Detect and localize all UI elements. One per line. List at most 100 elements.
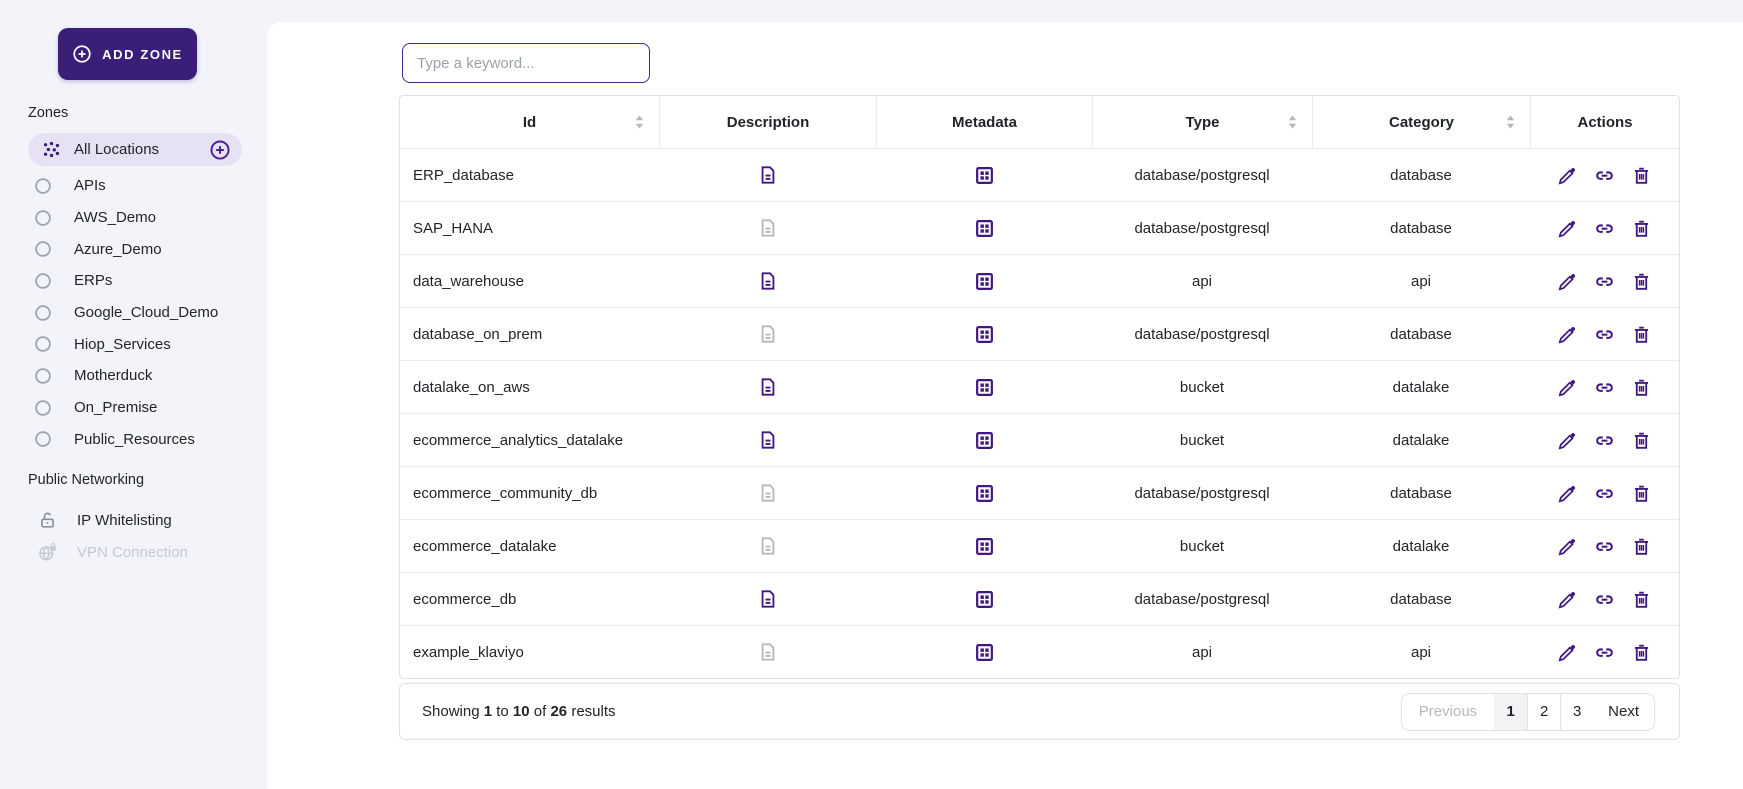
- description-cell: [659, 308, 876, 360]
- grid-icon[interactable]: [974, 642, 995, 663]
- next-page-button[interactable]: Next: [1593, 693, 1654, 730]
- link-icon: [1594, 536, 1615, 557]
- search-input[interactable]: [402, 43, 650, 83]
- row-id-text: data_warehouse: [413, 272, 524, 290]
- document-icon[interactable]: [758, 641, 778, 663]
- radio-circle-icon: [34, 177, 52, 195]
- document-icon[interactable]: [758, 164, 778, 186]
- description-cell: [659, 626, 876, 678]
- id-cell: ecommerce_community_db: [400, 467, 659, 519]
- delete-button[interactable]: [1631, 642, 1652, 663]
- document-icon[interactable]: [758, 217, 778, 239]
- delete-button[interactable]: [1631, 165, 1652, 186]
- column-header-category[interactable]: Category: [1312, 96, 1530, 148]
- document-icon[interactable]: [758, 429, 778, 451]
- delete-button[interactable]: [1631, 218, 1652, 239]
- metadata-cell: [876, 626, 1092, 678]
- edit-button[interactable]: [1557, 324, 1578, 345]
- sidebar-item-hiop_services[interactable]: Hiop_Services: [0, 328, 267, 360]
- zone-list: APIs AWS_Demo Azure_Demo ERPs Google_Cloud_D…: [0, 170, 267, 455]
- document-icon[interactable]: [758, 376, 778, 398]
- edit-button[interactable]: [1557, 536, 1578, 557]
- link-button[interactable]: [1594, 483, 1615, 504]
- edit-button[interactable]: [1557, 377, 1578, 398]
- link-button[interactable]: [1594, 589, 1615, 610]
- sidebar-item-ip-whitelisting[interactable]: IP Whitelisting: [0, 504, 267, 536]
- sidebar-item-aws_demo[interactable]: AWS_Demo: [0, 202, 267, 234]
- actions-cell: [1530, 414, 1679, 466]
- edit-button[interactable]: [1557, 271, 1578, 292]
- grid-icon[interactable]: [974, 271, 995, 292]
- grid-icon[interactable]: [974, 218, 995, 239]
- edit-button[interactable]: [1557, 483, 1578, 504]
- edit-button[interactable]: [1557, 165, 1578, 186]
- grid-icon[interactable]: [974, 324, 995, 345]
- link-button[interactable]: [1594, 271, 1615, 292]
- page-button-2[interactable]: 2: [1527, 693, 1561, 730]
- link-button[interactable]: [1594, 165, 1615, 186]
- link-button[interactable]: [1594, 377, 1615, 398]
- edit-button[interactable]: [1557, 218, 1578, 239]
- sidebar-item-erps[interactable]: ERPs: [0, 265, 267, 297]
- delete-button[interactable]: [1631, 536, 1652, 557]
- pencil-icon: [1557, 536, 1578, 557]
- radio-circle-icon: [34, 209, 52, 227]
- document-icon[interactable]: [758, 323, 778, 345]
- grid-icon[interactable]: [974, 165, 995, 186]
- table-header-row: Id Description Metadata Type Category Actions: [400, 96, 1679, 148]
- row-id-text: ecommerce_analytics_datalake: [413, 431, 624, 449]
- table-row: example_klaviyo api api: [400, 625, 1679, 678]
- link-button[interactable]: [1594, 430, 1615, 451]
- add-zone-button[interactable]: ADD ZONE: [58, 28, 197, 80]
- trash-icon: [1631, 377, 1652, 398]
- sidebar-item-google_cloud_demo[interactable]: Google_Cloud_Demo: [0, 297, 267, 329]
- sidebar-item-apis[interactable]: APIs: [0, 170, 267, 202]
- pencil-icon: [1557, 218, 1578, 239]
- edit-button[interactable]: [1557, 430, 1578, 451]
- trash-icon: [1631, 642, 1652, 663]
- grid-icon[interactable]: [974, 589, 995, 610]
- grid-icon[interactable]: [974, 483, 995, 504]
- document-icon[interactable]: [758, 270, 778, 292]
- delete-button[interactable]: [1631, 483, 1652, 504]
- category-cell: database: [1312, 149, 1530, 201]
- delete-button[interactable]: [1631, 377, 1652, 398]
- link-icon: [1594, 430, 1615, 451]
- category-cell: datalake: [1312, 520, 1530, 572]
- link-button[interactable]: [1594, 536, 1615, 557]
- column-header-type[interactable]: Type: [1092, 96, 1312, 148]
- delete-button[interactable]: [1631, 271, 1652, 292]
- document-icon[interactable]: [758, 535, 778, 557]
- link-button[interactable]: [1594, 218, 1615, 239]
- sidebar-item-public_resources[interactable]: Public_Resources: [0, 424, 267, 456]
- sidebar-item-azure_demo[interactable]: Azure_Demo: [0, 233, 267, 265]
- link-button[interactable]: [1594, 642, 1615, 663]
- grid-icon[interactable]: [974, 536, 995, 557]
- page-button-3[interactable]: 3: [1560, 693, 1594, 730]
- add-location-icon[interactable]: [209, 139, 231, 161]
- delete-button[interactable]: [1631, 324, 1652, 345]
- link-button[interactable]: [1594, 324, 1615, 345]
- page-button-1[interactable]: 1: [1494, 693, 1528, 730]
- document-icon[interactable]: [758, 588, 778, 610]
- grid-icon[interactable]: [974, 430, 995, 451]
- pencil-icon: [1557, 589, 1578, 610]
- grid-icon[interactable]: [974, 377, 995, 398]
- sidebar-item-motherduck[interactable]: Motherduck: [0, 360, 267, 392]
- link-icon: [1594, 483, 1615, 504]
- table-row: data_warehouse api api: [400, 254, 1679, 307]
- pagination: Previous 123 Next: [1400, 692, 1655, 731]
- sidebar-item-on_premise[interactable]: On_Premise: [0, 392, 267, 424]
- actions-cell: [1530, 308, 1679, 360]
- column-header-label: Category: [1388, 113, 1455, 131]
- delete-button[interactable]: [1631, 430, 1652, 451]
- column-header-id[interactable]: Id: [400, 96, 659, 148]
- sort-icon: [1287, 115, 1298, 130]
- edit-button[interactable]: [1557, 642, 1578, 663]
- sidebar-item-all-locations[interactable]: All Locations: [28, 133, 242, 166]
- type-cell: bucket: [1092, 520, 1312, 572]
- previous-page-button[interactable]: Previous: [1401, 693, 1495, 730]
- document-icon[interactable]: [758, 482, 778, 504]
- delete-button[interactable]: [1631, 589, 1652, 610]
- edit-button[interactable]: [1557, 589, 1578, 610]
